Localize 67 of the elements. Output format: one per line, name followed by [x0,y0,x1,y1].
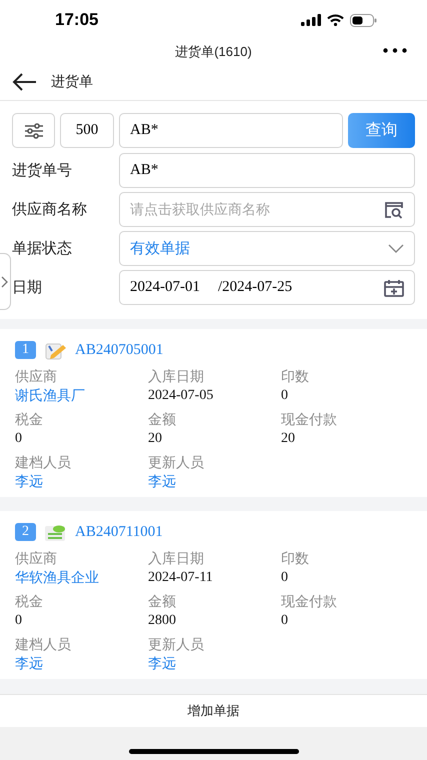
field-link[interactable]: 华软渔具企业 [15,568,99,587]
field-value: 2024-07-11 [148,569,213,587]
field-label: 更新人员 [148,453,204,472]
order-number-link[interactable]: AB240705001 [75,342,164,358]
field-link[interactable]: 谢氏渔具厂 [15,386,85,405]
field-label: 建档人员 [15,453,71,472]
field-label: 进货单号 [12,161,73,180]
field-value: 20 [148,430,162,448]
field-value: 20 [281,430,295,448]
field-label: 印数 [281,549,309,568]
sliders-icon [24,122,44,138]
window-title: 进货单(1610) [175,43,252,61]
field-value: 0 [281,569,288,587]
add-document-button[interactable]: 增加单据 [184,700,244,722]
signal-icon [301,14,321,26]
field-value: 2800 [148,612,176,630]
index-badge: 1 [15,341,36,359]
field-label: 建档人员 [15,635,71,654]
selected-status: 有效单据 [130,239,190,258]
field-value: 0 [15,430,22,448]
more-icon[interactable] [383,48,407,53]
start-date: 2024-07-01 [130,279,200,296]
lookup-icon[interactable] [384,200,404,218]
field-label: 税金 [15,592,43,611]
field-label: 供应商名称 [12,200,88,219]
page-title: 进货单 [51,73,93,91]
supplier-field[interactable]: 请点击获取供应商名称 [119,192,415,227]
end-date: /2024-07-25 [218,279,292,296]
field-label: 税金 [15,410,43,429]
battery-icon [350,14,377,26]
order-number-link[interactable]: AB240711001 [75,524,163,540]
search-button[interactable]: 查询 [348,113,415,148]
field-value: 0 [15,612,22,630]
placeholder-text: 请点击获取供应商名称 [130,200,270,218]
date-range-field[interactable]: 2024-07-01 /2024-07-25 [119,270,415,305]
filter-settings-button[interactable] [12,113,55,148]
field-link[interactable]: 李远 [15,654,43,673]
field-label: 金额 [148,592,176,611]
field-link[interactable]: 李远 [15,472,43,491]
field-value: 0 [281,612,288,630]
field-value: 2024-07-05 [148,387,214,405]
chevron-down-icon [388,244,404,253]
field-label: 单据状态 [12,239,73,258]
field-label: 日期 [12,278,43,297]
field-link[interactable]: 李远 [148,654,176,673]
clock: 17:05 [55,10,98,30]
field-label: 现金付款 [281,592,337,611]
chevron-right-icon [1,276,8,288]
order-number-field[interactable]: AB* [119,153,415,188]
field-label: 印数 [281,367,309,386]
field-label: 金额 [148,410,176,429]
field-label: 供应商 [15,549,57,568]
field-label: 入库日期 [148,367,204,386]
count-field[interactable]: 500 [60,113,114,148]
back-icon[interactable] [12,73,37,91]
field-link[interactable]: 李远 [148,472,176,491]
field-label: 入库日期 [148,549,204,568]
calendar-icon[interactable] [384,278,404,296]
field-value: 0 [281,387,288,405]
field-label: 现金付款 [281,410,337,429]
field-label: 更新人员 [148,635,204,654]
status-dropdown[interactable]: 有效单据 [119,231,415,266]
wifi-icon [327,14,344,26]
side-panel-handle[interactable] [0,253,11,310]
field-label: 供应商 [15,367,57,386]
index-badge: 2 [15,523,36,541]
keyword-field[interactable]: AB* [119,113,343,148]
